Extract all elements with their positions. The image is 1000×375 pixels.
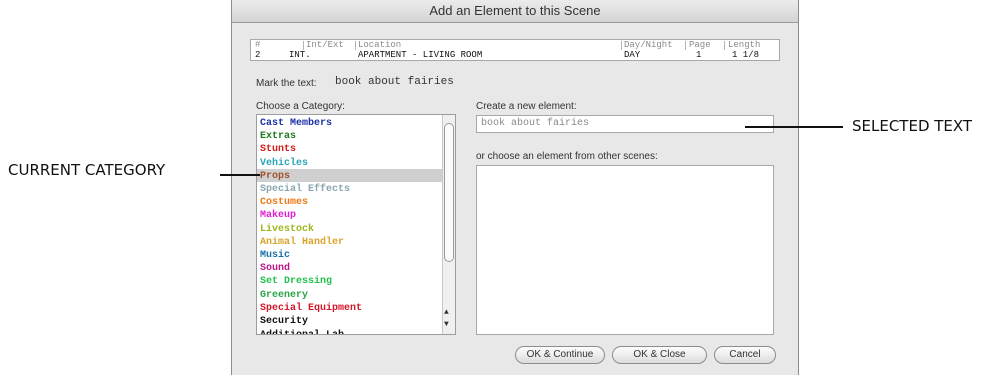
category-item[interactable]: Animal Handler [260,236,344,249]
scroll-up-arrow-icon[interactable]: ▲ [444,308,449,318]
selected-text-callout: SELECTED TEXT [852,117,973,135]
header-location: Location [358,40,402,50]
category-label: Choose a Category: [256,101,345,112]
ok-close-button[interactable]: OK & Close [612,346,707,364]
cell-page: 1 [696,50,702,60]
new-element-label: Create a new element: [476,101,577,112]
header-day-night: Day/Night [624,40,673,50]
category-item[interactable]: Security [260,315,308,328]
column-divider [355,41,356,50]
header-page: Page [689,40,711,50]
scene-info-table: # Int/Ext Location Day/Night Page Length… [250,39,780,61]
category-item[interactable]: Extras [260,130,296,143]
category-item-partial[interactable]: Additional Lab [260,329,344,334]
cell-int-ext: INT. [289,50,311,60]
header-length: Length [728,40,761,50]
category-item[interactable]: Livestock [260,223,314,236]
category-item[interactable]: Props [260,170,290,183]
category-item[interactable]: Set Dressing [260,275,332,288]
cancel-button[interactable]: Cancel [714,346,776,364]
current-category-callout: CURRENT CATEGORY [8,161,166,179]
column-divider [685,41,686,50]
category-item[interactable]: Makeup [260,209,296,222]
cell-length: 1 1/8 [732,50,760,60]
category-item[interactable]: Special Equipment [260,302,362,315]
other-scenes-list[interactable] [476,165,774,335]
column-divider [724,41,725,50]
category-item[interactable]: Vehicles [260,157,308,170]
column-divider [303,41,304,50]
dialog-title: Add an Element to this Scene [232,0,798,23]
selected-text-pointer-line [745,126,843,128]
ok-continue-button[interactable]: OK & Continue [515,346,605,364]
cell-day-night: DAY [624,50,641,60]
category-item[interactable]: Music [260,249,290,262]
mark-text-label: Mark the text: [256,78,317,89]
column-divider [621,41,622,50]
category-scrollbar[interactable]: ▲ ▼ [442,115,455,334]
scrollbar-thumb[interactable] [444,123,454,262]
current-category-pointer-line [220,174,260,176]
mark-text-value: book about fairies [335,76,454,88]
scroll-down-arrow-icon[interactable]: ▼ [444,320,449,330]
category-item[interactable]: Stunts [260,143,296,156]
header-int-ext: Int/Ext [306,40,344,50]
cell-number: 2 [255,50,261,60]
category-item[interactable]: Sound [260,262,290,275]
category-item[interactable]: Greenery [260,289,308,302]
header-number: # [255,40,261,50]
other-scenes-label: or choose an element from other scenes: [476,151,658,162]
category-item[interactable]: Special Effects [260,183,350,196]
new-element-input[interactable]: book about fairies [476,115,774,133]
cell-location: APARTMENT - LIVING ROOM [358,50,483,60]
category-item[interactable]: Cast Members [260,117,332,130]
add-element-dialog: Add an Element to this Scene # Int/Ext L… [231,0,799,375]
category-item[interactable]: Costumes [260,196,308,209]
category-list[interactable]: Cast Members Extras Stunts Vehicles Props Spe… [256,114,456,335]
